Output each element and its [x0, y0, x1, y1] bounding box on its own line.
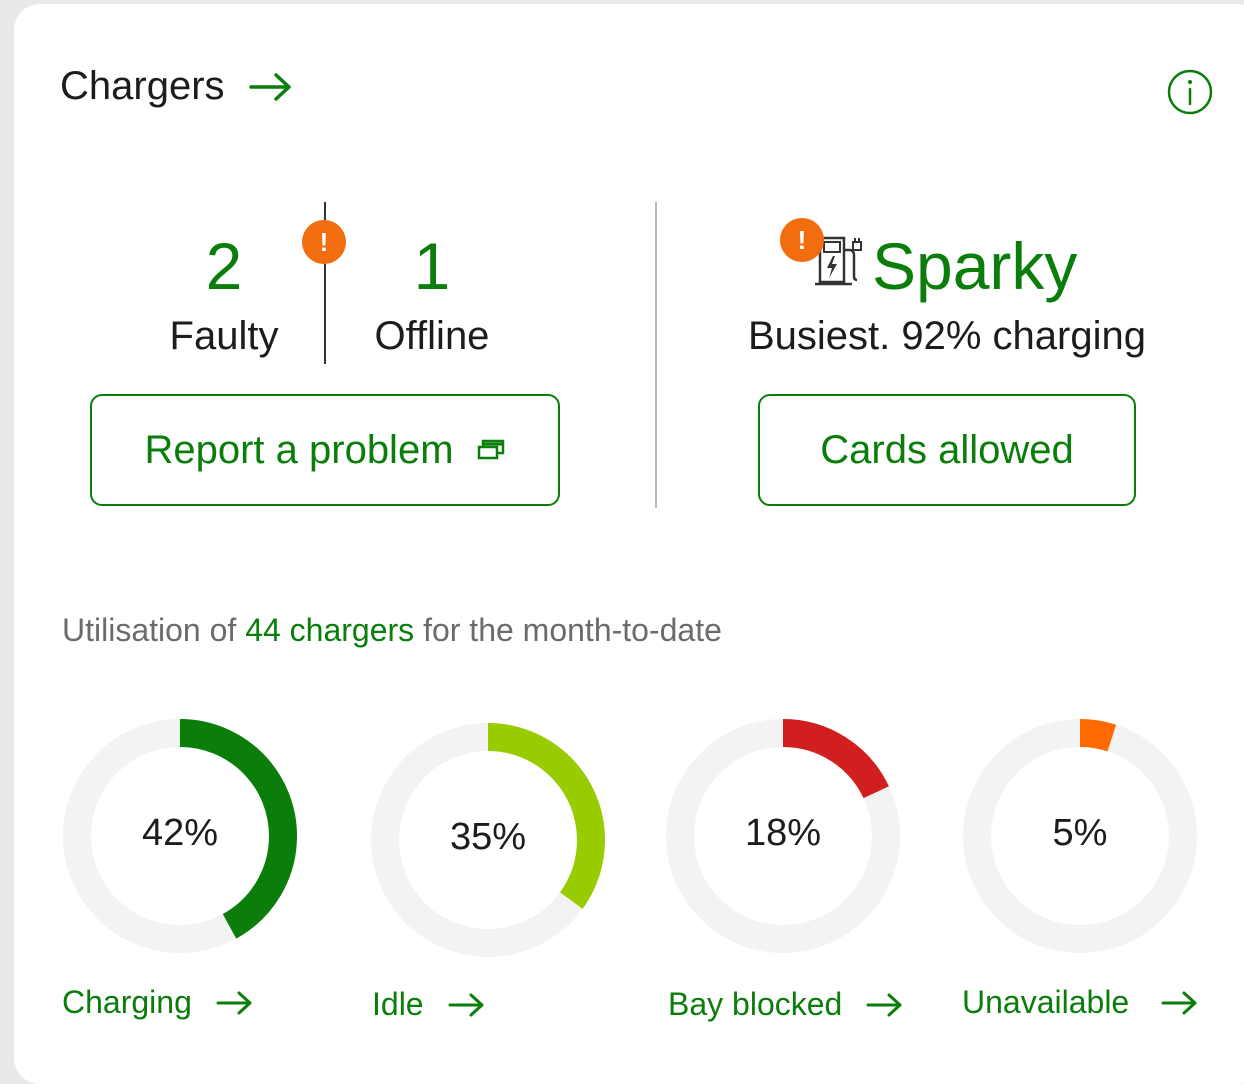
offline-label: Offline	[374, 314, 490, 358]
card-title: Chargers	[60, 64, 225, 108]
busiest-alert-badge: !	[780, 218, 824, 262]
arrow-right-icon	[248, 72, 293, 102]
arrow-right-icon	[1161, 990, 1199, 1016]
utilisation-prefix: Utilisation of	[62, 612, 246, 648]
chargers-count-link[interactable]: 44 chargers	[245, 612, 414, 648]
section-divider	[655, 202, 657, 508]
donut-link-charging[interactable]: Charging	[62, 984, 254, 1021]
arrow-right-icon	[216, 990, 254, 1016]
donut-percent-label: 5%	[1052, 812, 1108, 854]
donut-link-bay-blocked[interactable]: Bay blocked	[668, 986, 904, 1023]
donut-percent-label: 18%	[744, 812, 822, 854]
external-window-icon	[476, 439, 506, 461]
faulty-label: Faulty	[169, 314, 279, 358]
card-header[interactable]: Chargers	[60, 64, 293, 109]
donut-legend-label: Unavailable	[962, 984, 1130, 1020]
donut-legend-label: Idle	[372, 986, 424, 1022]
arrow-right-icon	[448, 992, 486, 1018]
cards-allowed-label: Cards allowed	[820, 427, 1074, 472]
cards-allowed-button[interactable]: Cards allowed	[758, 394, 1136, 506]
report-problem-label: Report a problem	[144, 427, 454, 472]
donut-link-unavailable[interactable]: Unavailable	[962, 984, 1199, 1021]
offline-count: 1	[413, 229, 451, 303]
report-problem-button[interactable]: Report a problem	[90, 394, 560, 506]
donut-link-idle[interactable]: Idle	[372, 986, 486, 1023]
busiest-subtitle: Busiest. 92% charging	[747, 314, 1146, 358]
info-icon[interactable]	[1166, 68, 1214, 116]
busiest-charger-name[interactable]: Sparky	[872, 228, 1077, 304]
donut-legend-label: Bay blocked	[668, 986, 843, 1022]
donut-percent-label: 35%	[449, 816, 527, 858]
arrow-right-icon	[866, 992, 904, 1018]
donut-percent-label: 42%	[141, 812, 219, 854]
utilisation-text: Utilisation of 44 chargers for the month…	[62, 612, 722, 649]
donut-legend-label: Charging	[62, 984, 192, 1020]
utilisation-suffix: for the month-to-date	[414, 612, 722, 648]
faulty-count: 2	[205, 229, 243, 303]
